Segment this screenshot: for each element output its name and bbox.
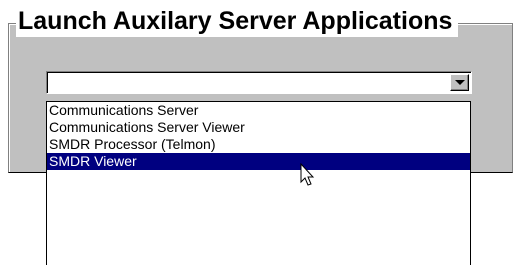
dropdown-button[interactable] <box>450 74 469 91</box>
list-item-smdr-processor[interactable]: SMDR Processor (Telmon) <box>47 136 470 153</box>
chevron-down-icon <box>455 80 465 85</box>
application-dropdown-list[interactable]: Communications Server Communications Ser… <box>46 101 471 265</box>
list-item-communications-server-viewer[interactable]: Communications Server Viewer <box>47 119 470 136</box>
list-item-communications-server[interactable]: Communications Server <box>47 102 470 119</box>
application-combobox[interactable] <box>46 71 472 94</box>
list-item-smdr-viewer[interactable]: SMDR Viewer <box>47 153 470 170</box>
groupbox-title: Launch Auxilary Server Applications <box>16 5 459 37</box>
